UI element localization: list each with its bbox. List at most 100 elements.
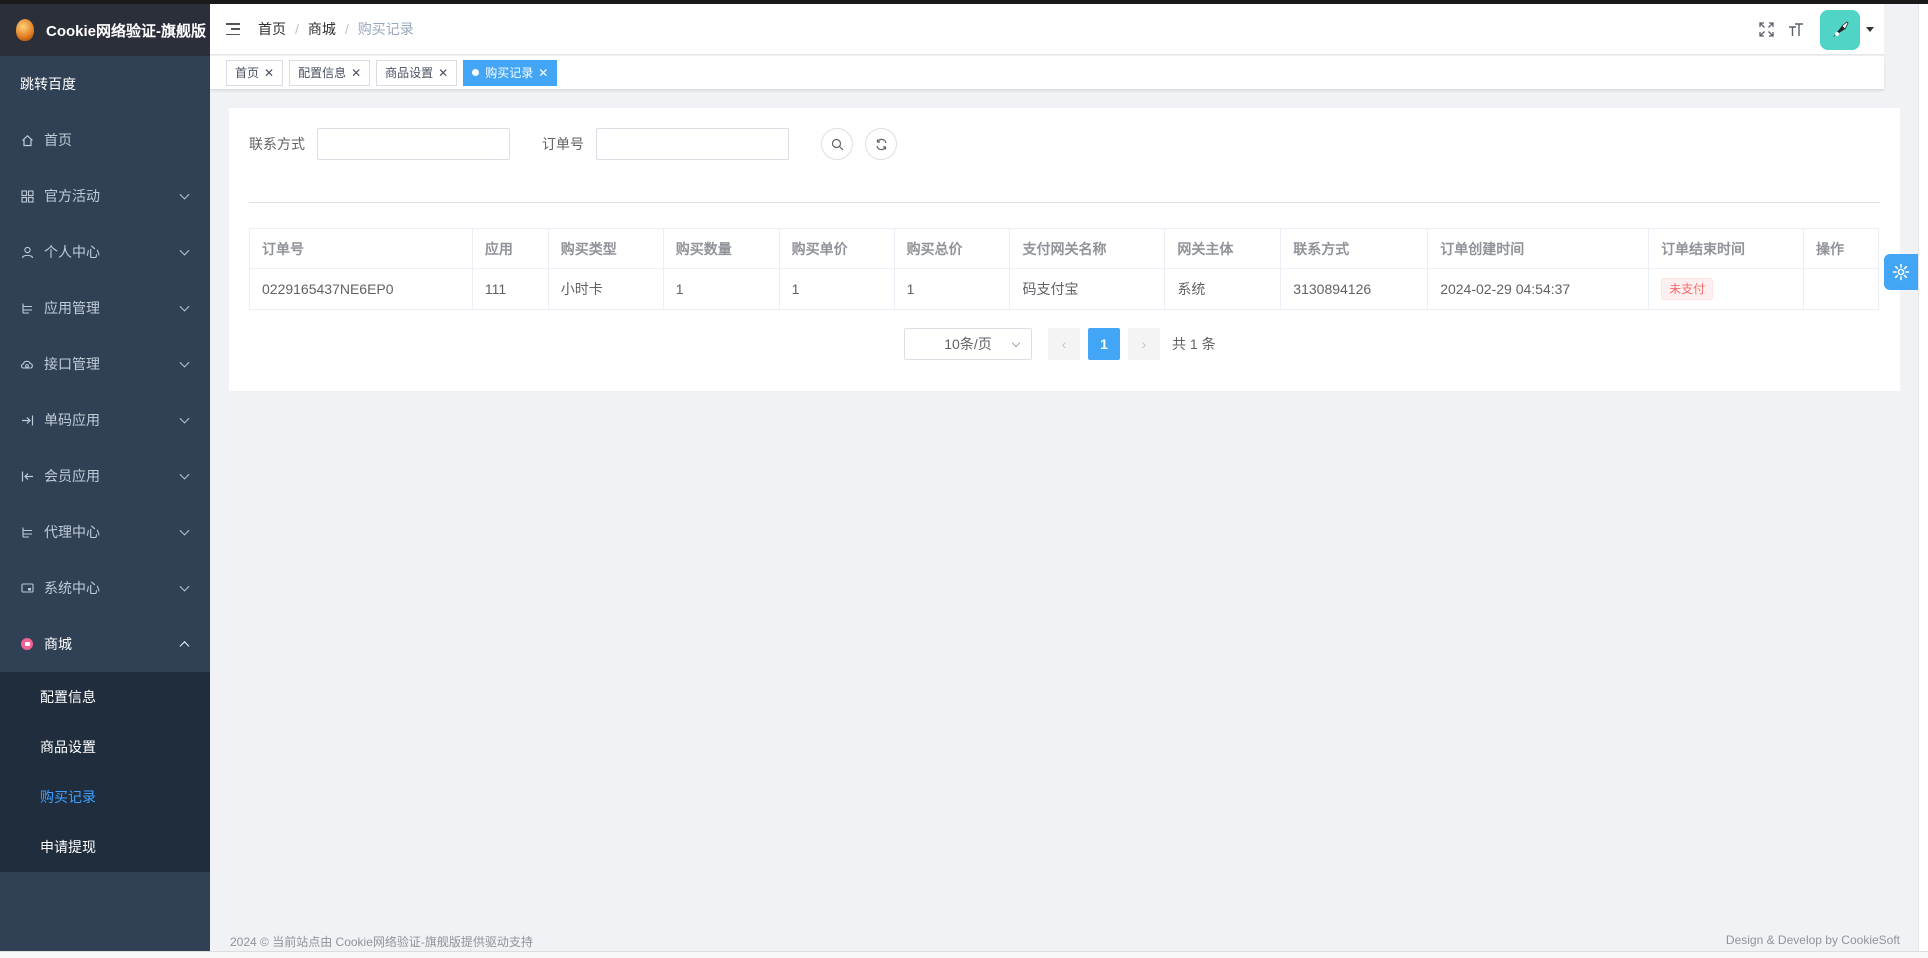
sidebar-item-label: 应用管理 xyxy=(44,300,100,316)
side-panel-edge xyxy=(1918,4,1928,951)
column-header: 应用 xyxy=(471,228,549,269)
refresh-icon xyxy=(875,138,887,150)
footer-copyright: 2024 © 当前站点由 Cookie网络验证-旗舰版提供驱动支持 xyxy=(230,935,533,949)
sidebar-item-label: 系统中心 xyxy=(44,580,100,596)
cell-created: 2024-02-29 04:54:37 xyxy=(1427,268,1650,310)
tab-label: 首页 xyxy=(235,66,260,80)
sidebar-item-withdrawal[interactable]: 申请提现 xyxy=(0,822,210,872)
contact-input[interactable] xyxy=(317,128,510,160)
sidebar-item-label: 会员应用 xyxy=(44,468,100,484)
cloud-icon xyxy=(20,357,34,371)
active-dot-icon xyxy=(472,69,480,76)
chevron-down-icon xyxy=(179,245,190,256)
order-no-input[interactable] xyxy=(596,128,789,160)
column-header: 购买单价 xyxy=(778,228,895,269)
tab-product-settings[interactable]: 商品设置 ✕ xyxy=(376,59,458,86)
column-header: 联系方式 xyxy=(1280,228,1429,269)
tree-icon xyxy=(20,525,34,539)
sidebar-item-single-code-app[interactable]: 单码应用 xyxy=(0,392,210,448)
font-size-icon[interactable] xyxy=(1786,20,1806,40)
footer-credit: Design & Develop by CookieSoft xyxy=(1725,933,1900,947)
cell-gateway-subject: 系统 xyxy=(1164,268,1282,310)
cell-contact: 3130894126 xyxy=(1280,268,1429,310)
page-number-button[interactable]: 1 xyxy=(1088,328,1120,360)
purchase-records-card: 联系方式 订单号 订单号 应用 购买类型 购买数量 购买单价 购买总价 支付网关… xyxy=(229,108,1900,391)
tab-home[interactable]: 首页 ✕ xyxy=(226,59,284,86)
column-header: 订单号 xyxy=(249,228,473,269)
pagination: 10条/页 ‹ 1 › 共 1 条 xyxy=(904,328,1216,360)
column-header: 购买类型 xyxy=(547,228,664,269)
jump-baidu-link[interactable]: 跳转百度 xyxy=(0,56,210,112)
sidebar-item-product-settings[interactable]: 商品设置 xyxy=(0,722,210,772)
grid-icon xyxy=(20,189,34,203)
next-page-button[interactable]: › xyxy=(1128,328,1160,360)
tab-label: 商品设置 xyxy=(385,66,434,80)
cell-order-no: 0229165437NE6EP0 xyxy=(249,268,473,310)
sidebar-item-app-management[interactable]: 应用管理 xyxy=(0,280,210,336)
cell-app: 111 xyxy=(471,268,549,310)
sidebar: Cookie网络验证-旗舰版 跳转百度 首页 官方活动 个人中心 应用管理 接口… xyxy=(0,4,210,951)
table-header-row: 订单号 应用 购买类型 购买数量 购买单价 购买总价 支付网关名称 网关主体 联… xyxy=(249,228,1880,269)
settings-button[interactable] xyxy=(1884,254,1918,290)
user-icon xyxy=(20,245,34,259)
close-icon[interactable]: ✕ xyxy=(264,66,274,80)
divider xyxy=(249,202,1880,203)
column-header: 网关主体 xyxy=(1164,228,1282,269)
column-header: 购买数量 xyxy=(662,228,780,269)
search-icon xyxy=(831,138,843,150)
tab-label: 购买记录 xyxy=(485,66,534,80)
sidebar-item-activities[interactable]: 官方活动 xyxy=(0,168,210,224)
app-logo[interactable]: Cookie网络验证-旗舰版 xyxy=(0,4,210,56)
tab-config-info[interactable]: 配置信息 ✕ xyxy=(289,59,371,86)
breadcrumb-shop[interactable]: 商城 xyxy=(308,19,336,39)
close-icon[interactable]: ✕ xyxy=(538,66,548,80)
sidebar-item-label: 商城 xyxy=(44,636,72,652)
navbar: 首页 / 商城 / 购买记录 xyxy=(210,4,1884,55)
column-header: 支付网关名称 xyxy=(1009,228,1166,269)
login-arrow-icon xyxy=(20,413,34,427)
sidebar-item-config-info[interactable]: 配置信息 xyxy=(0,672,210,722)
sidebar-item-label: 接口管理 xyxy=(44,356,100,372)
chevron-up-icon xyxy=(179,641,190,652)
sidebar-item-profile[interactable]: 个人中心 xyxy=(0,224,210,280)
logout-arrow-icon xyxy=(20,469,34,483)
breadcrumb: 首页 / 商城 / 购买记录 xyxy=(258,19,414,39)
reset-button[interactable] xyxy=(865,128,897,160)
cookie-logo-icon xyxy=(16,19,34,41)
breadcrumb-home[interactable]: 首页 xyxy=(258,19,286,39)
close-icon[interactable]: ✕ xyxy=(351,66,361,80)
fullscreen-icon[interactable] xyxy=(1756,20,1776,40)
sidebar-item-agent-center[interactable]: 代理中心 xyxy=(0,504,210,560)
chevron-down-icon xyxy=(179,581,190,592)
hamburger-icon[interactable] xyxy=(226,23,240,35)
cell-qty: 1 xyxy=(662,268,780,310)
sidebar-item-label: 代理中心 xyxy=(44,524,100,540)
sidebar-item-api-management[interactable]: 接口管理 xyxy=(0,336,210,392)
close-icon[interactable]: ✕ xyxy=(438,66,448,80)
breadcrumb-current: 购买记录 xyxy=(357,21,414,37)
column-header: 订单创建时间 xyxy=(1427,228,1650,269)
search-button[interactable] xyxy=(821,128,853,160)
cell-total-price: 1 xyxy=(893,268,1011,310)
home-icon xyxy=(20,133,34,147)
prev-page-button[interactable]: ‹ xyxy=(1048,328,1080,360)
tab-label: 配置信息 xyxy=(298,66,347,80)
sidebar-item-shop[interactable]: 商城 xyxy=(0,616,210,672)
gear-icon xyxy=(1892,263,1910,281)
caret-down-icon[interactable] xyxy=(1866,27,1874,32)
page-size-select[interactable]: 10条/页 xyxy=(904,328,1032,360)
chevron-down-icon xyxy=(1011,338,1021,348)
column-header: 操作 xyxy=(1802,228,1880,269)
table-row[interactable]: 0229165437NE6EP0 111 小时卡 1 1 1 码支付宝 系统 3… xyxy=(249,268,1880,310)
chevron-down-icon xyxy=(179,189,190,200)
cell-gateway: 码支付宝 xyxy=(1009,268,1166,310)
chevron-down-icon xyxy=(179,413,190,424)
page-size-value: 10条/页 xyxy=(944,336,992,352)
sidebar-item-label: 首页 xyxy=(44,132,72,148)
sidebar-item-system-center[interactable]: 系统中心 xyxy=(0,560,210,616)
tab-purchase-records[interactable]: 购买记录 ✕ xyxy=(463,59,558,86)
sidebar-item-home[interactable]: 首页 xyxy=(0,112,210,168)
avatar[interactable] xyxy=(1820,9,1860,50)
sidebar-item-member-app[interactable]: 会员应用 xyxy=(0,448,210,504)
sidebar-item-purchase-records[interactable]: 购买记录 xyxy=(0,772,210,822)
